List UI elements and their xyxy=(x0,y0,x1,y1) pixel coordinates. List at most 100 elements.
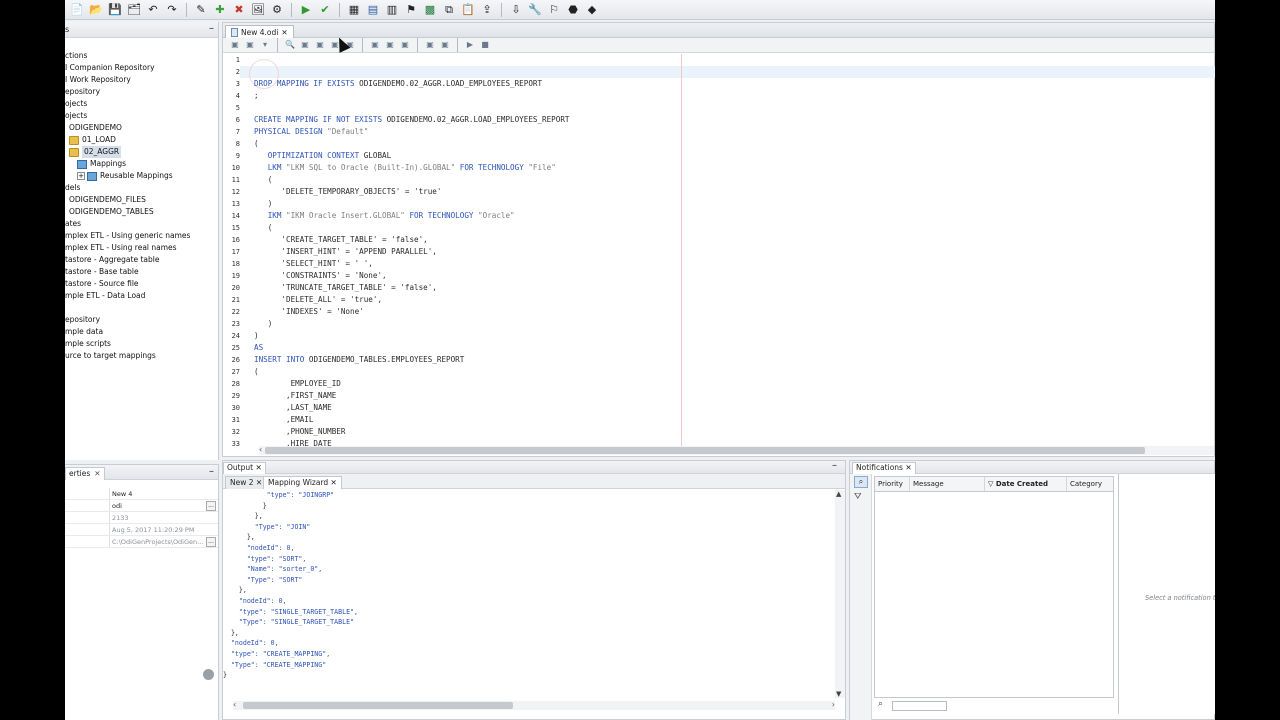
bookmark-icon[interactable]: ▣ xyxy=(399,40,411,51)
code-line[interactable]: 'SELECT_HINT' = ' ', xyxy=(254,258,1184,270)
tree-item[interactable]: ojects xyxy=(65,110,218,122)
debug-icon[interactable]: ⚑ xyxy=(403,3,419,17)
outdent-icon[interactable]: ▣ xyxy=(439,40,451,51)
output-vertical-scrollbar[interactable]: ▲ ▼ xyxy=(835,490,845,698)
tree-item[interactable]: ojects xyxy=(65,98,218,110)
close-icon[interactable]: ✕ xyxy=(94,469,100,478)
code-line[interactable]: ) xyxy=(254,330,1184,342)
code-line[interactable]: ( xyxy=(254,138,1184,150)
minimize-icon[interactable]: – xyxy=(832,460,837,471)
find-prev-icon[interactable]: ▣ xyxy=(299,40,311,51)
code-text[interactable]: DROP MAPPING IF EXISTS ODIGENDEMO.02_AGG… xyxy=(254,54,1184,446)
code-line[interactable]: 'CREATE_TARGET_TABLE' = 'false', xyxy=(254,234,1184,246)
column-category[interactable]: Category xyxy=(1067,477,1113,491)
grid-icon[interactable]: ▣ xyxy=(244,40,256,51)
tree-item[interactable]: mple ETL - Data Load xyxy=(65,290,218,302)
scroll-up-icon[interactable]: ▲ xyxy=(836,490,841,498)
find-next-icon[interactable]: ▣ xyxy=(314,40,326,51)
copy-icon[interactable]: ⧉ xyxy=(441,3,457,17)
import-icon[interactable]: ⇩ xyxy=(508,3,524,17)
run-icon[interactable]: ▶ xyxy=(298,3,314,17)
close-icon[interactable]: ✕ xyxy=(905,463,911,472)
expand-icon[interactable]: + xyxy=(77,172,85,180)
tree-item[interactable]: ates xyxy=(65,218,218,230)
code-line[interactable]: ( xyxy=(254,174,1184,186)
code-line[interactable]: ,LAST_NAME xyxy=(254,402,1184,414)
scrollbar-thumb[interactable] xyxy=(265,447,1145,454)
code-line[interactable]: 'INDEXES' = 'None' xyxy=(254,306,1184,318)
find-icon[interactable]: 🔍 xyxy=(284,40,296,51)
tab-mapping-wizard[interactable]: Mapping Wizard ✕ xyxy=(263,476,342,489)
tree-item[interactable]: ODIGENDEMO xyxy=(65,122,218,134)
tree-item[interactable]: dels xyxy=(65,182,218,194)
code-line[interactable]: EMPLOYEE_ID xyxy=(254,378,1184,390)
scroll-left-icon[interactable]: ‹ xyxy=(259,445,262,454)
check-icon[interactable]: ✔ xyxy=(317,3,333,17)
property-row[interactable]: C:\OdiGenProjects\OdiGen...... xyxy=(65,536,218,548)
code-line[interactable]: ,PHONE_NUMBER xyxy=(254,426,1184,438)
tree-item[interactable]: I Companion Repository xyxy=(65,62,218,74)
edit-icon[interactable]: ✎ xyxy=(193,3,209,17)
tree-item[interactable]: + Reusable Mappings xyxy=(65,170,218,182)
tree-item[interactable]: 02_AGGR xyxy=(65,146,218,158)
search-input[interactable] xyxy=(892,701,947,711)
tree-item[interactable]: ODIGENDEMO_TABLES xyxy=(65,206,218,218)
tree-item[interactable]: epository xyxy=(65,86,218,98)
code-line[interactable]: OPTIMIZATION CONTEXT GLOBAL xyxy=(254,150,1184,162)
code-line[interactable] xyxy=(254,54,1184,66)
code-line[interactable]: LKM "LKM SQL to Oracle (Built-In).GLOBAL… xyxy=(254,162,1184,174)
tree-item[interactable]: urce to target mappings xyxy=(65,350,218,362)
tree-item[interactable] xyxy=(65,302,218,314)
plugin-icon[interactable]: ⬣ xyxy=(565,3,581,17)
tools-icon[interactable]: ⚙ xyxy=(269,3,285,17)
report-icon[interactable]: ▥ xyxy=(384,3,400,17)
image-icon[interactable]: 🖼 xyxy=(250,3,266,17)
tab-properties[interactable]: erties ✕ xyxy=(65,467,105,480)
browse-button[interactable]: ... xyxy=(206,501,216,511)
code-line[interactable]: ,HIRE_DATE xyxy=(254,438,1184,446)
code-line[interactable]: ( xyxy=(254,222,1184,234)
property-value[interactable]: 2133 xyxy=(110,512,218,523)
property-row[interactable]: 2133 xyxy=(65,512,218,524)
filter-icon[interactable]: ⛛ xyxy=(854,492,862,502)
code-line[interactable]: IKM "IKM Oracle Insert.GLOBAL" FOR TECHN… xyxy=(254,210,1184,222)
property-row[interactable]: odi... xyxy=(65,500,218,512)
column-priority[interactable]: Priority xyxy=(875,477,910,491)
scroll-left-icon[interactable]: ‹ xyxy=(233,700,236,709)
property-row[interactable]: Aug 5, 2017 11:20:29 PM xyxy=(65,524,218,536)
minimize-icon[interactable]: – xyxy=(209,466,214,477)
add-icon[interactable]: ✚ xyxy=(212,3,228,17)
output-horizontal-scrollbar[interactable]: ‹ › xyxy=(233,700,835,710)
flag-icon[interactable]: ⚐ xyxy=(546,3,562,17)
tree-item[interactable]: mplex ETL - Using real names xyxy=(65,242,218,254)
format-icon[interactable]: ▣ xyxy=(229,40,241,51)
tree-item[interactable]: 01_LOAD xyxy=(65,134,218,146)
delete-icon[interactable]: ✖ xyxy=(231,3,247,17)
tree-item[interactable]: tastore - Aggregate table xyxy=(65,254,218,266)
code-line[interactable]: 'TRUNCATE_TARGET_TABLE' = 'false', xyxy=(254,282,1184,294)
save-all-icon[interactable]: 🗂 xyxy=(126,3,142,17)
paste-icon[interactable]: 📋 xyxy=(460,3,476,17)
code-line[interactable]: DROP MAPPING IF EXISTS ODIGENDEMO.02_AGG… xyxy=(254,78,1184,90)
property-value[interactable]: New 4 xyxy=(110,488,218,499)
property-value[interactable]: odi xyxy=(110,500,204,511)
tab-notifications[interactable]: Notifications ✕ xyxy=(852,462,916,474)
tree-item[interactable]: tastore - Source file xyxy=(65,278,218,290)
code-line[interactable]: ,FIRST_NAME xyxy=(254,390,1184,402)
output-log[interactable]: "type": "JOINGRP" } }, "Type": "JOIN" },… xyxy=(223,490,835,698)
tab-output[interactable]: Output ✕ xyxy=(223,462,266,474)
code-line[interactable]: 'INSERT_HINT' = 'APPEND PARALLEL', xyxy=(254,246,1184,258)
column-message[interactable]: Message xyxy=(910,477,985,491)
new-icon[interactable]: 📄 xyxy=(69,3,85,17)
table-icon[interactable]: ▤ xyxy=(365,3,381,17)
code-line[interactable]: ; xyxy=(254,90,1184,102)
tree-item[interactable]: epository xyxy=(65,314,218,326)
search-icon[interactable]: ⌕ xyxy=(854,476,868,488)
indent-icon[interactable]: ▣ xyxy=(424,40,436,51)
code-line[interactable]: 'DELETE_ALL' = 'true', xyxy=(254,294,1184,306)
tree-item[interactable]: ctions xyxy=(65,50,218,62)
browse-button[interactable]: ... xyxy=(206,537,216,547)
code-line[interactable]: ( xyxy=(254,366,1184,378)
export-icon[interactable]: ⇪ xyxy=(479,3,495,17)
run-icon[interactable]: ▶ xyxy=(464,40,476,51)
